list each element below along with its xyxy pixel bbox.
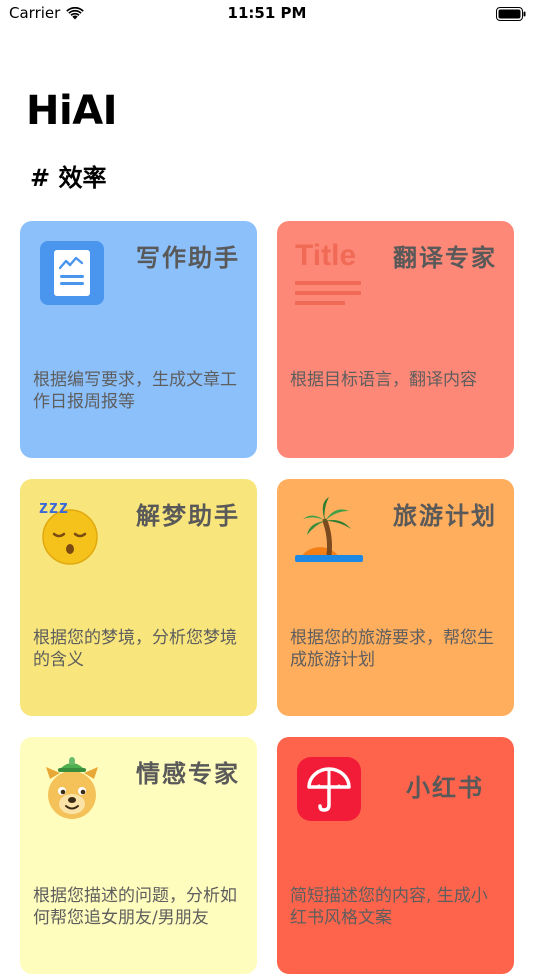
card-emotion-expert[interactable]: 情感专家 根据您描述的问题，分析如何帮您追女朋友/男朋友 (20, 737, 257, 974)
battery-icon (496, 6, 526, 21)
card-dream-assistant[interactable]: zzz 解梦助手 根据您的梦境，分析您梦境的含义 (20, 479, 257, 716)
dog-face-icon (38, 755, 106, 823)
status-bar: Carrier 11:51 PM (0, 0, 534, 28)
card-description: 根据您的旅游要求，帮您生成旅游计划 (290, 628, 494, 670)
title-text-icon: Title (295, 239, 363, 307)
card-translation-expert[interactable]: Title 翻译专家 根据目标语言，翻译内容 (277, 221, 514, 458)
card-xiaohongshu[interactable]: 小红书 简短描述您的内容, 生成小红书风格文案 (277, 737, 514, 974)
card-title: 写作助手 (136, 244, 240, 272)
card-description: 简短描述您的内容, 生成小红书风格文案 (290, 886, 488, 928)
xiaohongshu-umbrella-icon (295, 755, 363, 823)
section-header: # 效率 (30, 164, 107, 192)
card-description: 根据您的梦境，分析您梦境的含义 (33, 628, 237, 670)
document-chart-icon (38, 239, 106, 307)
palm-island-icon (295, 497, 363, 565)
sleeping-face-icon: zzz (38, 497, 106, 565)
card-title: 小红书 (406, 774, 484, 802)
title-text-icon-label: Title (295, 239, 356, 272)
card-title: 旅游计划 (393, 502, 497, 530)
card-writing-assistant[interactable]: 写作助手 根据编写要求，生成文章工作日报周报等 (20, 221, 257, 458)
card-travel-plan[interactable]: 旅游计划 根据您的旅游要求，帮您生成旅游计划 (277, 479, 514, 716)
card-description: 根据您描述的问题，分析如何帮您追女朋友/男朋友 (33, 886, 237, 928)
card-description: 根据目标语言，翻译内容 (290, 370, 477, 390)
card-description: 根据编写要求，生成文章工作日报周报等 (33, 370, 237, 412)
status-time: 11:51 PM (227, 4, 307, 22)
card-title: 情感专家 (136, 760, 240, 788)
page-title: HiAI (26, 88, 118, 134)
card-title: 翻译专家 (393, 244, 497, 272)
card-title: 解梦助手 (136, 502, 240, 530)
sleeping-face-icon-label: zzz (39, 497, 69, 517)
